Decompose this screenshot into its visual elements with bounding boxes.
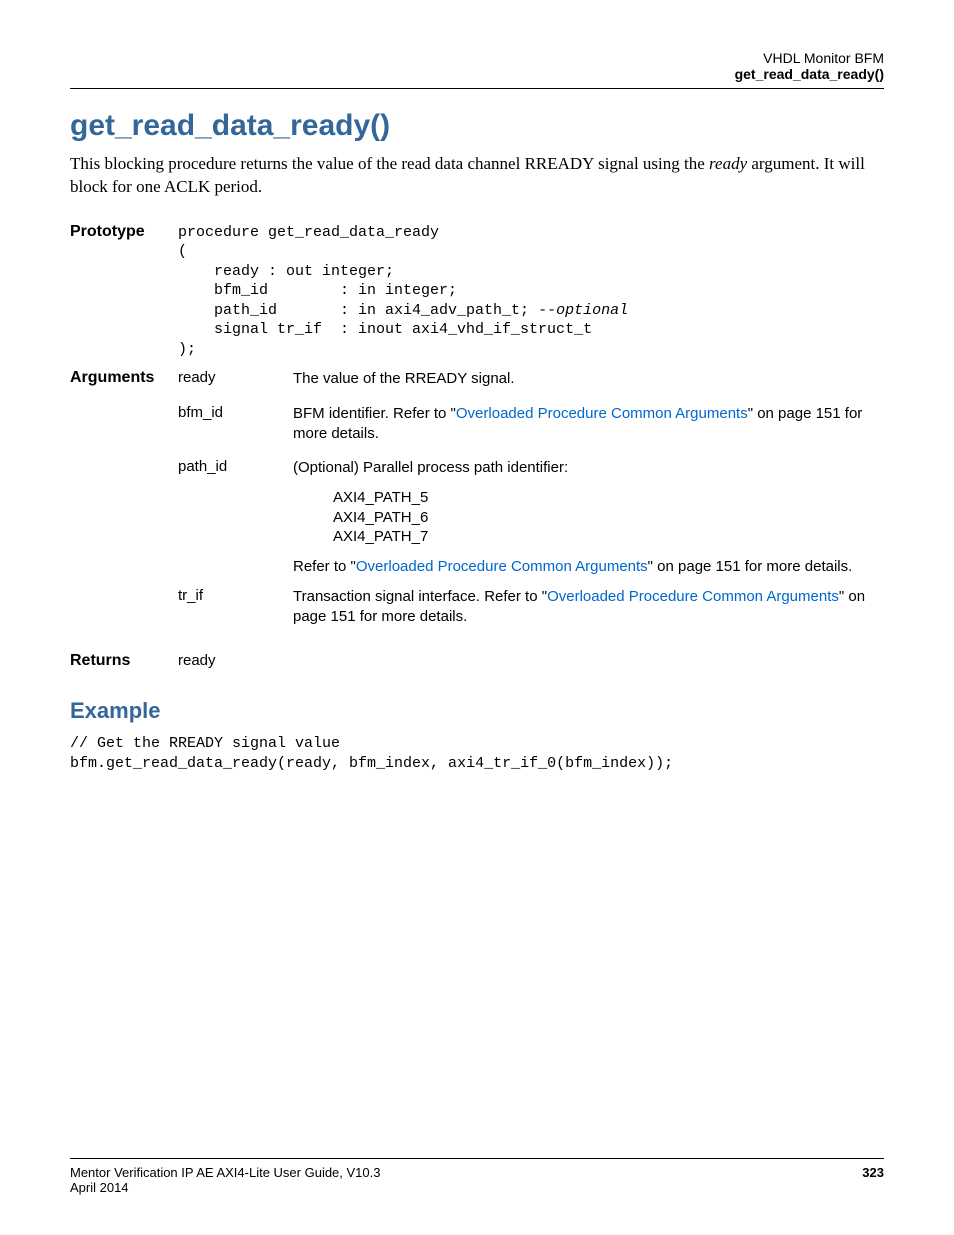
arg-text: " on page 151 for more details.: [648, 558, 853, 575]
example-heading: Example: [70, 698, 884, 724]
proto-line: signal tr_if : inout axi4_vhd_if_struct_…: [178, 321, 592, 338]
proto-line: procedure get_read_data_ready: [178, 224, 439, 241]
proto-optional: --optional: [538, 302, 628, 319]
code-line: // Get the RREADY signal value: [70, 735, 340, 752]
page-title: get_read_data_ready(): [70, 109, 884, 143]
arg-text: Refer to ": [293, 558, 356, 575]
proto-line: ready : out integer;: [178, 263, 394, 280]
proto-line: );: [178, 341, 196, 358]
arg-row-pathid: path_id (Optional) Parallel process path…: [178, 458, 884, 577]
page-footer: Mentor Verification IP AE AXI4-Lite User…: [70, 1158, 884, 1195]
footer-date: April 2014: [70, 1180, 884, 1195]
footer-title: Mentor Verification IP AE AXI4-Lite User…: [70, 1165, 380, 1180]
returns-section: Returns ready: [70, 652, 884, 670]
intro-part1: This blocking procedure returns the valu…: [70, 154, 709, 173]
prototype-code: procedure get_read_data_ready ( ready : …: [178, 223, 884, 360]
proto-line: bfm_id : in integer;: [178, 282, 457, 299]
arg-row-ready: ready The value of the RREADY signal.: [178, 369, 884, 389]
arg-name: tr_if: [178, 587, 293, 604]
arg-name: path_id: [178, 458, 293, 475]
arg-desc: The value of the RREADY signal.: [293, 369, 884, 389]
returns-label: Returns: [70, 652, 178, 670]
arg-text: BFM identifier. Refer to ": [293, 405, 456, 422]
footer-rule: [70, 1158, 884, 1159]
path-item: AXI4_PATH_6: [333, 508, 884, 528]
arg-row-bfmid: bfm_id BFM identifier. Refer to "Overloa…: [178, 404, 884, 445]
path-item: AXI4_PATH_5: [333, 488, 884, 508]
arg-row-trif: tr_if Transaction signal interface. Refe…: [178, 587, 884, 628]
link-overloaded-arguments[interactable]: Overloaded Procedure Common Arguments: [456, 405, 748, 422]
arg-text: (Optional) Parallel process path identif…: [293, 458, 884, 478]
prototype-label: Prototype: [70, 223, 178, 241]
intro-paragraph: This blocking procedure returns the valu…: [70, 153, 884, 199]
header-line1: VHDL Monitor BFM: [763, 50, 884, 66]
header-rule: [70, 88, 884, 89]
footer-row: Mentor Verification IP AE AXI4-Lite User…: [70, 1165, 884, 1180]
proto-line: (: [178, 243, 187, 260]
code-line: bfm.get_read_data_ready(ready, bfm_index…: [70, 755, 673, 772]
path-item: AXI4_PATH_7: [333, 527, 884, 547]
arg-desc: Transaction signal interface. Refer to "…: [293, 587, 884, 628]
page-header: VHDL Monitor BFM get_read_data_ready(): [70, 50, 884, 82]
path-list: AXI4_PATH_5 AXI4_PATH_6 AXI4_PATH_7: [333, 488, 884, 547]
header-line2: get_read_data_ready(): [735, 66, 884, 82]
arg-text: Transaction signal interface. Refer to ": [293, 588, 547, 605]
arg-text: Refer to "Overloaded Procedure Common Ar…: [293, 557, 884, 577]
proto-line: path_id : in axi4_adv_path_t;: [178, 302, 538, 319]
arg-desc: (Optional) Parallel process path identif…: [293, 458, 884, 577]
arguments-label: Arguments: [70, 369, 178, 387]
footer-page: 323: [862, 1165, 884, 1180]
link-overloaded-arguments[interactable]: Overloaded Procedure Common Arguments: [356, 558, 648, 575]
arg-desc: BFM identifier. Refer to "Overloaded Pro…: [293, 404, 884, 445]
link-overloaded-arguments[interactable]: Overloaded Procedure Common Arguments: [547, 588, 839, 605]
returns-value: ready: [178, 652, 884, 669]
arguments-table: ready The value of the RREADY signal. bf…: [178, 369, 884, 641]
intro-arg: ready: [709, 154, 747, 173]
arg-name: bfm_id: [178, 404, 293, 421]
arguments-section: Arguments ready The value of the RREADY …: [70, 369, 884, 641]
prototype-section: Prototype procedure get_read_data_ready …: [70, 223, 884, 360]
example-code: // Get the RREADY signal value bfm.get_r…: [70, 734, 884, 775]
arg-name: ready: [178, 369, 293, 386]
